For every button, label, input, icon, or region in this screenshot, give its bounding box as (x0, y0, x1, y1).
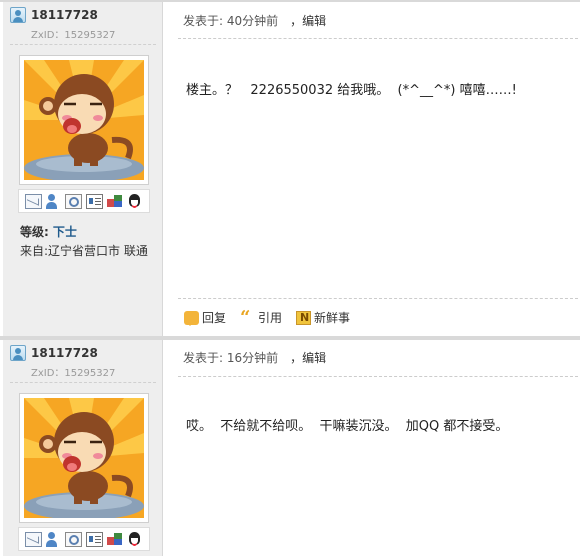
author-sidebar: 18117728 ZxID：15295327 (3, 340, 163, 556)
meta-divider (178, 376, 578, 377)
author-sidebar: 18117728 ZxID：15295327 等级: 下士 来自:辽宁省营口市 联… (3, 2, 163, 338)
author-origin: 来自:辽宁省营口市 联通 (20, 244, 148, 258)
quote-icon: “ (240, 306, 251, 328)
author-tools (18, 189, 150, 213)
monkey-avatar-image (24, 60, 144, 180)
author-header: 18117728 (10, 6, 98, 24)
author-username[interactable]: 18117728 (31, 346, 98, 360)
reply-icon (184, 310, 199, 326)
post-actions: 回复 “ 引用 新鲜事 (184, 306, 364, 328)
news-button[interactable]: 新鲜事 (296, 309, 350, 326)
author-zxid: ZxID：15295327 (31, 30, 116, 41)
monkey-avatar-image (24, 398, 144, 518)
sidebar-divider (10, 44, 156, 45)
edit-link[interactable]: ，编辑 (290, 351, 326, 365)
add-friend-icon[interactable] (45, 193, 62, 209)
sidebar-divider (10, 382, 156, 383)
post-time: 发表于: 16分钟前 (183, 351, 279, 365)
post-time: 发表于: 40分钟前 (183, 14, 279, 28)
blocks-icon[interactable] (106, 194, 123, 209)
quote-button[interactable]: “ 引用 (240, 306, 283, 328)
add-friend-icon[interactable] (45, 531, 62, 547)
edit-link[interactable]: ，编辑 (290, 14, 326, 28)
reply-label: 回复 (202, 311, 227, 325)
news-icon (296, 310, 312, 325)
avatar[interactable] (19, 55, 149, 185)
meta-divider (178, 38, 578, 39)
post-content: 哎。 不给就不给呗。 干嘛装沉没。 加QQ 都不接受。 (186, 419, 509, 434)
news-label: 新鲜事 (314, 311, 351, 325)
qq-icon[interactable] (126, 193, 143, 209)
post-2: 18117728 ZxID：15295327 发表于: 16分钟前 ，编辑 哎。 … (0, 336, 580, 556)
quote-label: 引用 (258, 311, 283, 325)
rank-value[interactable]: 下士 (53, 225, 77, 239)
rank-label: 等级: (20, 225, 49, 239)
profile-card-icon[interactable] (85, 531, 103, 547)
qq-icon[interactable] (126, 531, 143, 547)
user-icon (10, 345, 26, 361)
author-zxid: ZxID：15295327 (31, 368, 116, 379)
author-header: 18117728 (10, 344, 98, 362)
message-icon[interactable] (24, 531, 42, 547)
post-1: 18117728 ZxID：15295327 等级: 下士 来自:辽宁省营口市 联… (0, 0, 580, 338)
message-icon[interactable] (24, 193, 42, 209)
reply-button[interactable]: 回复 (184, 309, 226, 326)
blocks-icon[interactable] (106, 532, 123, 547)
view-profile-icon[interactable] (65, 193, 83, 209)
profile-card-icon[interactable] (85, 193, 103, 209)
author-username[interactable]: 18117728 (31, 8, 98, 22)
author-tools (18, 527, 150, 551)
author-rank: 等级: 下士 (20, 223, 77, 240)
actions-divider (178, 298, 578, 299)
post-content: 楼主。？ 2226550032 给我哦。 (*^__^*) 嘻嘻……! (186, 83, 517, 98)
user-icon (10, 7, 26, 23)
view-profile-icon[interactable] (65, 531, 83, 547)
post-meta: 发表于: 40分钟前 ，编辑 (183, 12, 326, 29)
post-meta: 发表于: 16分钟前 ，编辑 (183, 349, 326, 366)
avatar[interactable] (19, 393, 149, 523)
